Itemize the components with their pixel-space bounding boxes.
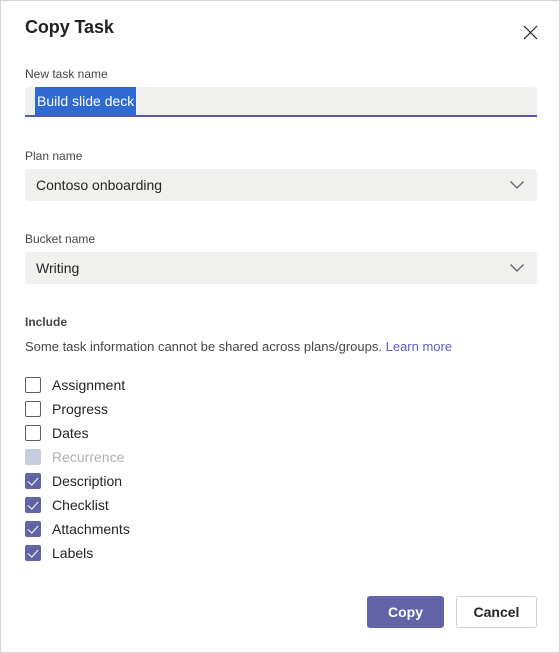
checkbox-checklist-checked-icon[interactable] [25,497,41,513]
checkbox-description-checked-icon[interactable] [25,473,41,489]
include-option-checklist[interactable]: Checklist [25,493,130,517]
plan-name-label: Plan name [25,149,83,163]
close-icon [523,25,538,40]
bucket-name-label: Bucket name [25,232,96,246]
new-task-name-value: Build slide deck [35,87,137,115]
include-option-assignment[interactable]: Assignment [25,373,130,397]
bucket-name-field: Bucket name Writing [25,232,537,284]
include-option-description[interactable]: Description [25,469,130,493]
checkbox-label: Checklist [52,497,109,513]
include-section: Include Some task information cannot be … [25,315,537,356]
checkbox-label: Dates [52,425,89,441]
new-task-name-field: New task name Build slide deck [25,67,537,117]
page-title: Copy Task [25,17,114,37]
include-option-dates[interactable]: Dates [25,421,130,445]
dialog-body: New task name Build slide deck Plan name… [1,57,559,561]
include-option-attachments[interactable]: Attachments [25,517,130,541]
checkbox-label: Recurrence [52,449,125,465]
checkbox-label: Attachments [52,521,130,537]
close-button[interactable] [515,17,545,47]
plan-name-select[interactable]: Contoso onboarding [25,169,537,201]
dialog-header: Copy Task [1,1,559,57]
cancel-button[interactable]: Cancel [456,596,537,628]
copy-button[interactable]: Copy [367,596,444,628]
checkbox-dates-unchecked-icon[interactable] [25,425,41,441]
include-option-recurrence: Recurrence [25,445,130,469]
checkbox-attachments-checked-icon[interactable] [25,521,41,537]
new-task-name-input[interactable]: Build slide deck [25,87,537,117]
chevron-down-icon [509,180,525,190]
learn-more-link[interactable]: Learn more [386,339,452,354]
include-option-progress[interactable]: Progress [25,397,130,421]
checkbox-recurrence-unchecked-icon [25,449,41,465]
checkbox-label: Description [52,473,123,489]
bucket-name-select[interactable]: Writing [25,252,537,284]
bucket-name-value: Writing [36,260,80,276]
checkbox-progress-unchecked-icon[interactable] [25,401,41,417]
copy-task-dialog: Copy Task New task name Build slide deck… [0,0,560,653]
include-options-list: Assignment Progress Dates Recurrence Descrip… [25,373,130,565]
plan-name-field: Plan name Contoso onboarding [25,149,537,201]
chevron-down-icon [509,263,525,273]
new-task-name-label: New task name [25,67,108,81]
checkbox-assignment-unchecked-icon[interactable] [25,377,41,393]
include-title: Include [25,315,68,329]
include-description-row: Some task information cannot be shared a… [25,338,537,356]
checkbox-label: Progress [52,401,109,417]
dialog-footer: Copy Cancel [1,559,559,652]
plan-name-value: Contoso onboarding [36,177,163,193]
checkbox-label: Assignment [52,377,126,393]
include-description: Some task information cannot be shared a… [25,339,382,354]
